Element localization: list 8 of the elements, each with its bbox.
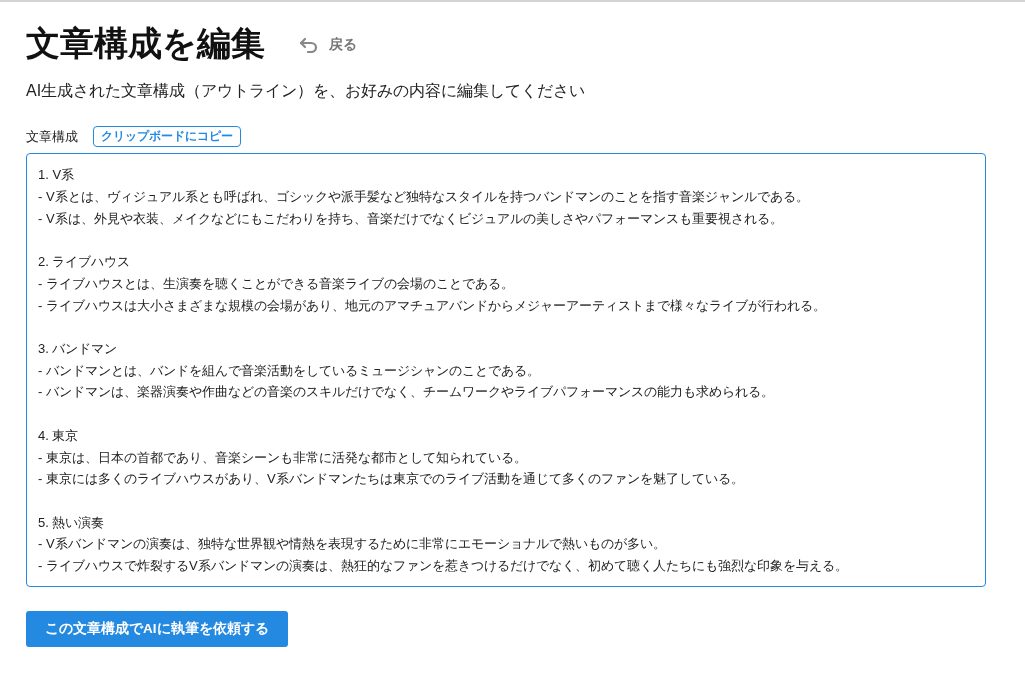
outline-label: 文章構成: [26, 127, 78, 146]
outline-textarea[interactable]: 1. V系 - V系とは、ヴィジュアル系とも呼ばれ、ゴシックや派手髪など独特なスタイルを持つバンドマンのことを指す音楽ジャンルである。 - V系は、外見や衣装、メイクなどにもこだわりを持ち、音楽だけでなくビジュアルの美しさやパフォーマンスも重要視される。 2. ライブハウス - ライブハウスとは、生演奏を聴くことができる音楽ライブの会場のことである。 - ライブハウスは大小さまざまな規模の会場があり、地元のアマチュアバンドからメジャーアーティストまで様々なライブが行われる。 3. バンドマン - バンドマンとは、バンドを組んで音楽活動をしているミュージシャンのことである。 - バンドマンは、楽器演奏や作曲などの音楽のスキルだけでなく、チームワークやライブパフォーマンスの能力も求められる。 4. 東京 - 東京は、日本の首都であり、音楽シーンも非常に活発な都市として知られている。 - 東京には多くのライブハウスがあり、V系バンドマンたちは東京でのライブ活動を通じて多くのファンを魅了している。 5. 熱い演奏 - V系バンドマンの演奏は、独特な世界観や情熱を表現するために非常にエモーショナルで熱いものが多い。 - ライブハウスで炸裂するV系バンドマンの演奏は、熱狂的なファンを惹きつけるだけでなく、初めて聴く人たちにも強烈な印象を与える。: [26, 153, 986, 588]
return-arrow-icon: [299, 37, 318, 53]
page-description: AI生成された文章構成（アウトライン）を、お好みの内容に編集してください: [26, 81, 587, 101]
back-link[interactable]: 戻る: [299, 32, 357, 54]
copy-button[interactable]: クリップボードにコピー: [93, 126, 241, 148]
page-title: 文章構成を編集: [26, 22, 265, 64]
submit-button[interactable]: この文章構成でAIに執筆を依頼する: [26, 611, 288, 648]
